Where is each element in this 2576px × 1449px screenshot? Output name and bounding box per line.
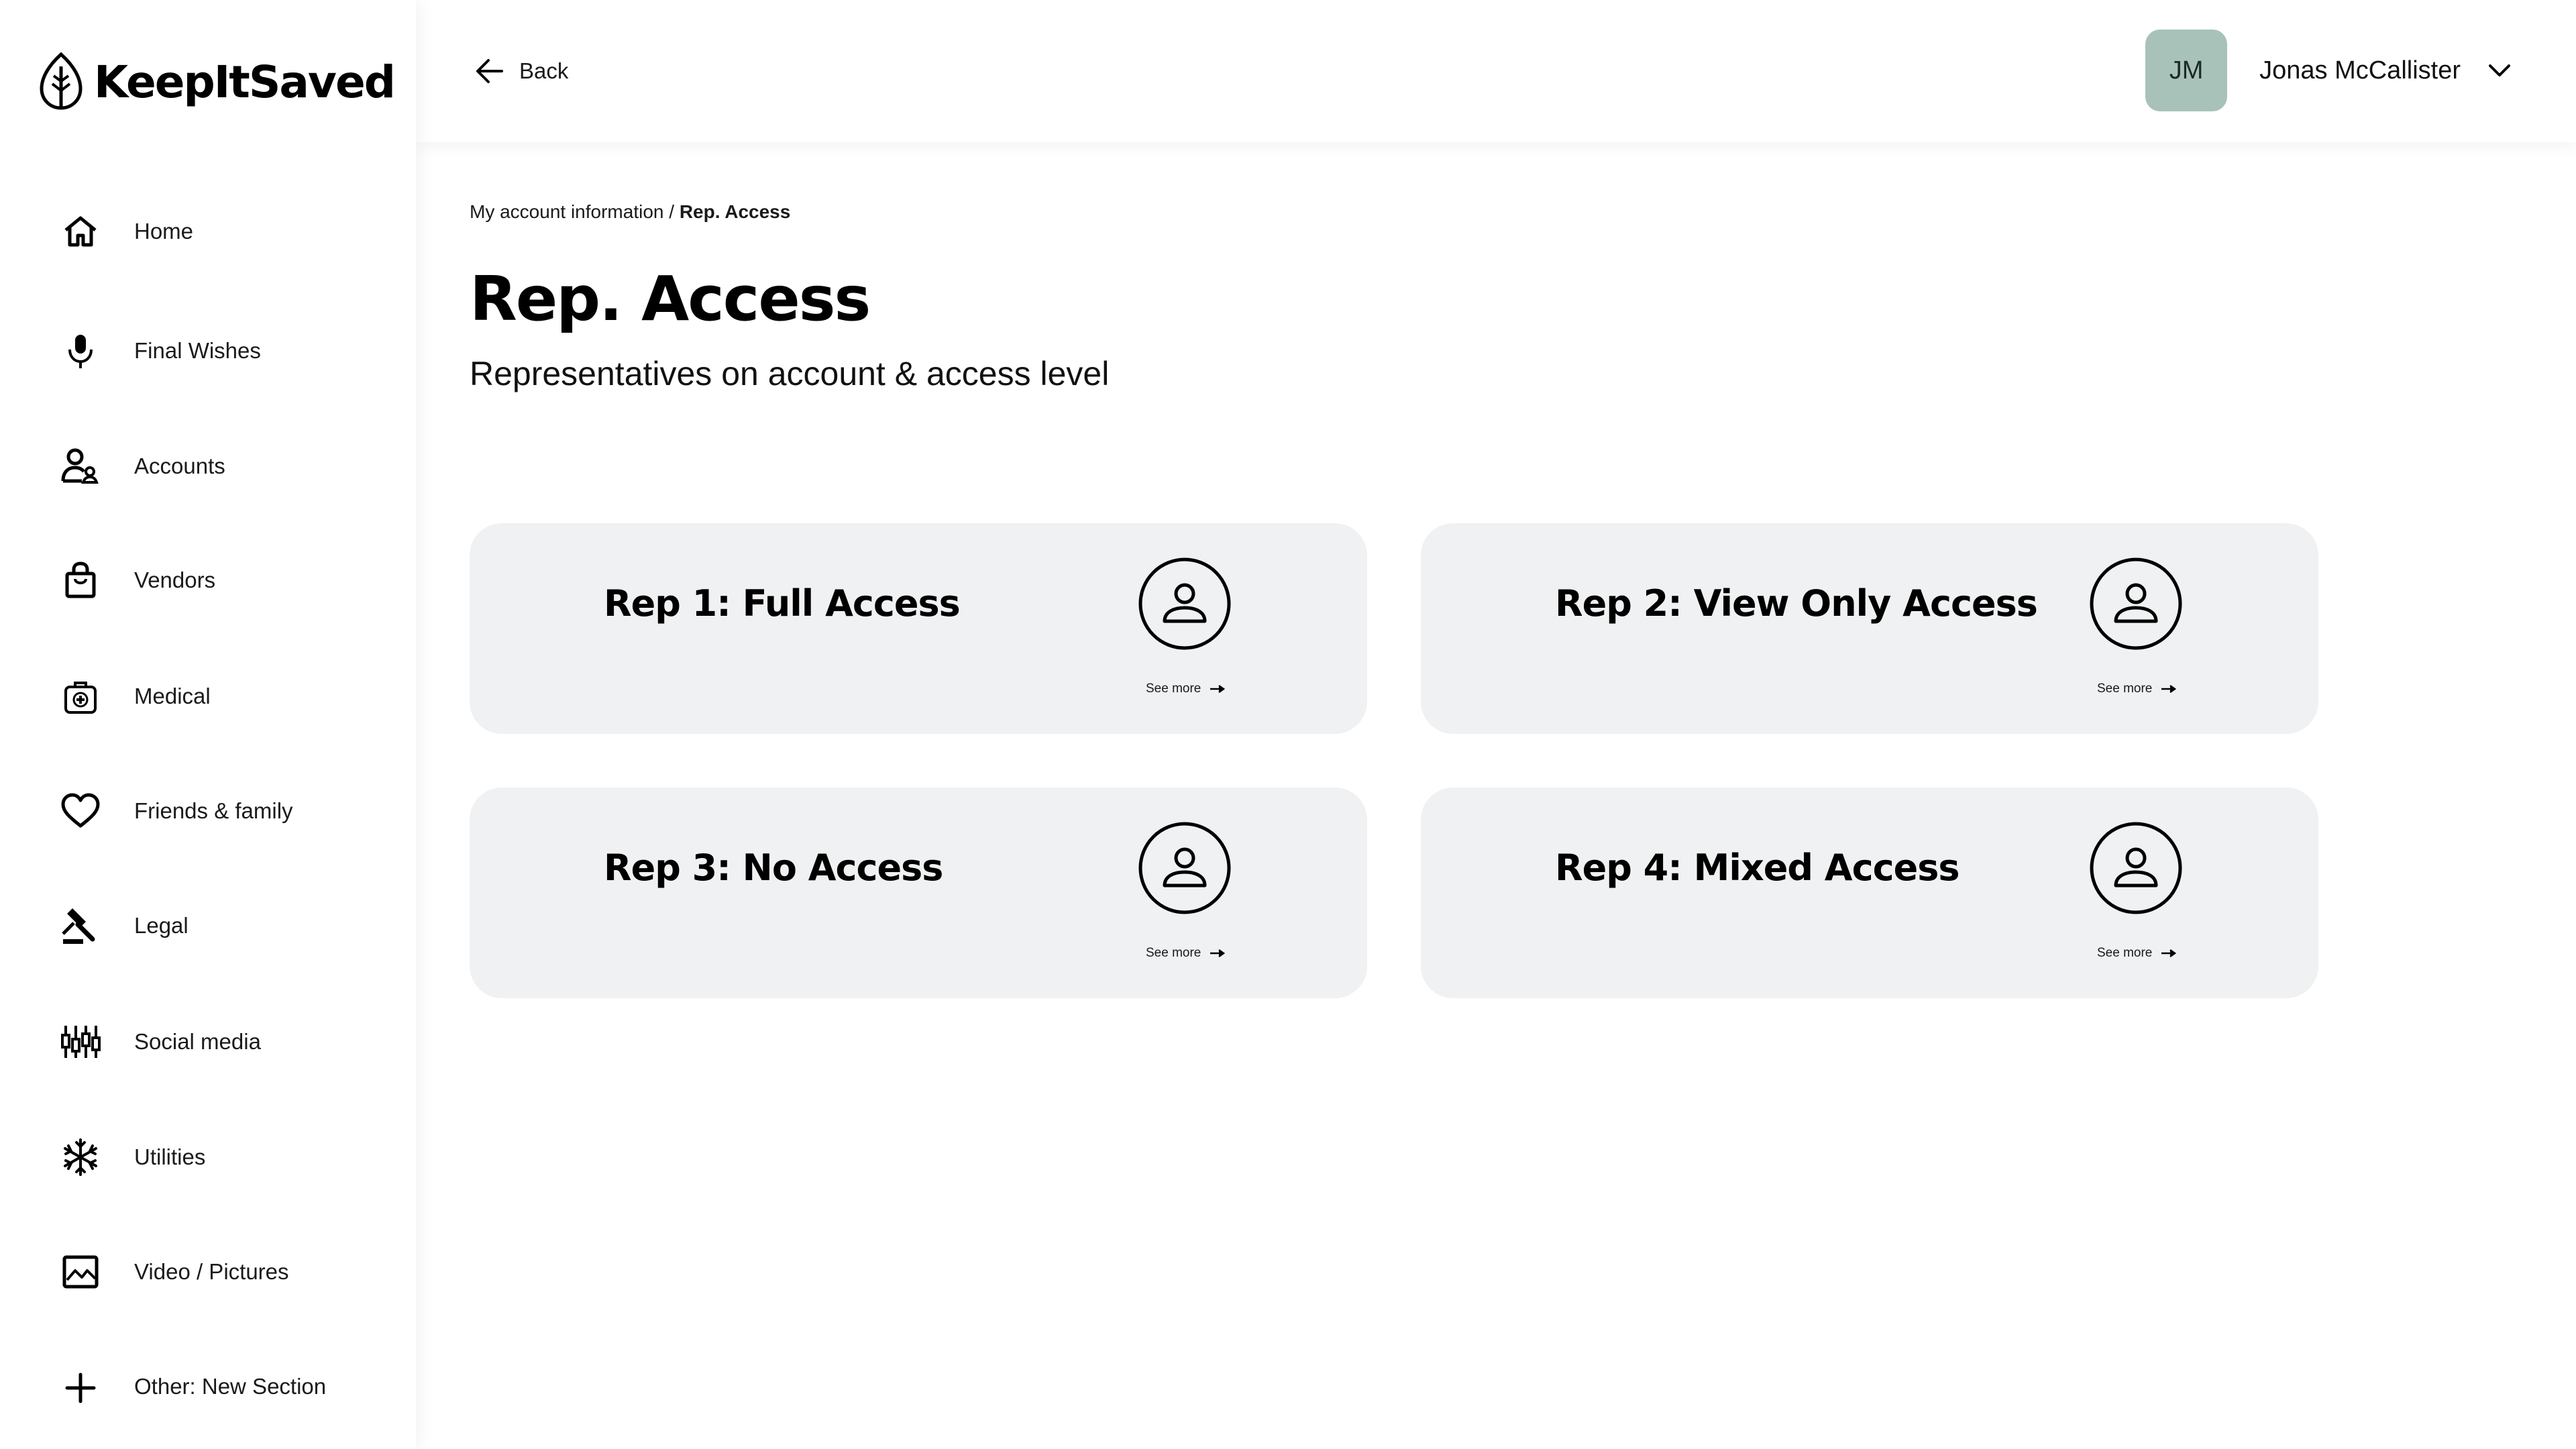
sidebar: KeepItSaved Home Final Wishes Accounts V… [0,0,416,1449]
user-menu[interactable]: JM Jonas McCallister [2145,30,2514,111]
image-icon [54,1245,107,1299]
user-circle-icon [2089,821,2183,915]
chevron-down-icon[interactable] [2485,56,2514,85]
see-more-link[interactable]: See more [1146,943,1226,963]
avatar: JM [2145,30,2228,111]
back-label: Back [519,58,569,83]
shopping-bag-icon [54,553,107,607]
brand-name: KeepItSaved [94,56,396,108]
see-more-label: See more [1146,682,1201,696]
back-button[interactable]: Back [472,51,568,91]
sidebar-item-label: Accounts [134,453,225,478]
breadcrumb-parent[interactable]: My account information [470,201,663,222]
sidebar-item-other-new-section[interactable]: Other: New Section [54,1356,389,1417]
sidebar-item-label: Medical [134,684,211,708]
rep-card-title: Rep 1: Full Access [604,582,961,625]
sidebar-item-accounts[interactable]: Accounts [54,436,389,496]
snowflake-icon [54,1130,107,1184]
sidebar-item-medical[interactable]: Medical [54,666,389,727]
user-circle-icon [1138,557,1232,651]
arrow-right-icon [1210,949,1226,958]
arrow-right-icon [2161,684,2177,694]
sidebar-item-label: Vendors [134,568,216,592]
see-more-link[interactable]: See more [2097,679,2178,699]
sidebar-item-label: Home [134,219,194,244]
sidebar-item-social-media[interactable]: Social media [54,1012,389,1072]
rep-card-title: Rep 4: Mixed Access [1555,847,1960,889]
heart-icon [54,784,107,838]
users-icon [54,439,107,493]
sidebar-item-label: Social media [134,1029,261,1054]
rep-card-title: Rep 2: View Only Access [1555,582,2038,625]
rep-card-title: Rep 3: No Access [604,847,943,889]
plus-icon [54,1360,107,1413]
brand-logo[interactable]: KeepItSaved [38,48,396,115]
sidebar-item-label: Final Wishes [134,338,261,363]
rep-card[interactable]: Rep 4: Mixed Access See more [1421,788,2318,998]
breadcrumb-separator: / [663,201,680,222]
sidebar-item-label: Video / Pictures [134,1259,289,1284]
sidebar-item-label: Other: New Section [134,1374,327,1399]
sidebar-item-home[interactable]: Home [54,201,389,262]
user-circle-icon [1138,821,1232,915]
see-more-link[interactable]: See more [2097,943,2178,963]
sidebar-item-label: Friends & family [134,798,293,823]
breadcrumb: My account information / Rep. Access [470,201,790,223]
page-title: Rep. Access [470,263,871,335]
sidebar-item-utilities[interactable]: Utilities [54,1127,389,1187]
see-more-label: See more [1146,946,1201,960]
leaf-icon [40,52,83,110]
user-name: Jonas McCallister [2259,56,2461,85]
see-more-label: See more [2097,682,2153,696]
home-icon [54,205,107,258]
sidebar-item-vendors[interactable]: Vendors [54,550,389,610]
see-more-link[interactable]: See more [1146,679,1226,699]
sidebar-item-label: Legal [134,913,189,938]
arrow-right-icon [1210,684,1226,694]
page-subtitle: Representatives on account & access leve… [470,355,1110,392]
sidebar-item-video-pictures[interactable]: Video / Pictures [54,1242,389,1302]
gavel-icon [54,899,107,953]
rep-card[interactable]: Rep 3: No Access See more [470,788,1367,998]
rep-card[interactable]: Rep 1: Full Access See more [470,523,1367,734]
see-more-label: See more [2097,946,2153,960]
sliders-icon [54,1015,107,1069]
sidebar-item-final-wishes[interactable]: Final Wishes [54,321,389,381]
medical-kit-icon [54,669,107,723]
rep-card[interactable]: Rep 2: View Only Access See more [1421,523,2318,734]
sidebar-item-friends-family[interactable]: Friends & family [54,781,389,841]
user-circle-icon [2089,557,2183,651]
arrow-left-icon [476,59,503,83]
arrow-right-icon [2161,949,2177,958]
sidebar-item-legal[interactable]: Legal [54,896,389,956]
app-root: KeepItSaved Home Final Wishes Accounts V… [0,0,2576,1449]
sidebar-item-label: Utilities [134,1144,206,1169]
breadcrumb-current: Rep. Access [679,201,791,222]
top-bar: Back JM Jonas McCallister [416,0,2576,142]
microphone-icon [54,324,107,378]
